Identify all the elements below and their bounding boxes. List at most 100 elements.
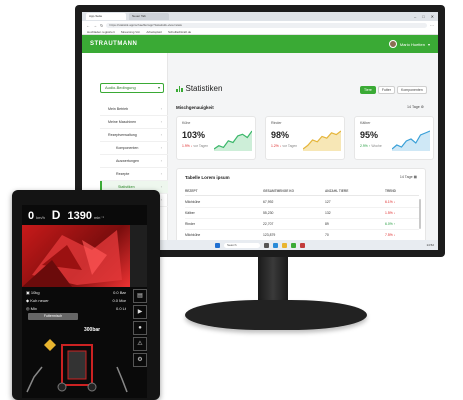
browser-tab[interactable]: App-Seite [86, 13, 126, 20]
column-header[interactable]: REZEPT [185, 189, 263, 193]
column-header[interactable]: TREND [385, 189, 419, 193]
cell-amount: 22,707 [263, 222, 274, 226]
grid-icon: ▦ [413, 175, 417, 179]
monitor-foot [185, 300, 367, 330]
task-view-icon[interactable] [264, 242, 269, 248]
menu-icon[interactable]: ⋯ [430, 23, 434, 28]
info-label: Mix [30, 306, 37, 311]
table-range-select[interactable]: 14 Tage ▦ [400, 175, 417, 179]
bookmark[interactable]: Schulfachkraft.de [168, 30, 191, 34]
stat-card[interactable]: Rinder 98% 1.2% ↓ vor Tagen [265, 116, 345, 160]
settings-button[interactable]: ⚙ [133, 353, 147, 367]
sparkline [303, 130, 341, 151]
card-delta: 1.9% ↓ vor Tagen [182, 144, 208, 148]
camera-button[interactable]: ▤ [133, 289, 147, 303]
app-header: STRAUTMANN Mario Huetten ▾ [82, 35, 438, 53]
chevron-down-icon: ▾ [157, 85, 160, 90]
column-header[interactable]: ANZAHL TIERE [325, 189, 385, 193]
sidebar-item[interactable]: Komponenten › [100, 142, 168, 155]
table-row[interactable]: Rinder 22,707 89 6.0% ↑ [185, 219, 419, 230]
machine-diagram [26, 339, 128, 393]
bookmark[interactable]: Hochladen registriert [87, 30, 115, 34]
info-row: ▣ 10kg 0.0 Bar [22, 289, 132, 297]
sidebar-item-label: Rezeptverwaltung [108, 133, 137, 137]
card-percent: 98% [271, 130, 290, 140]
terminal-screen: 0 km/h D 1390 min⁻¹ ▣ 10kg 0.0 Bar ◆ Kuh … [22, 205, 147, 398]
brand-logo[interactable]: STRAUTMANN [90, 41, 137, 47]
sparkline [214, 130, 252, 151]
sun-icon [44, 339, 56, 351]
stat-cards: Kühe 103% 1.9% ↓ vor Tagen Rinder 98% 1.2% ↓ … [176, 116, 434, 160]
terminal-info: ▣ 10kg 0.0 Bar ◆ Kuh neuer 0.0 Mor ◎ Mix 0.… [22, 289, 132, 313]
app-icon[interactable] [291, 242, 296, 248]
edge-icon[interactable] [273, 242, 278, 248]
terminal-status-bar: 0 km/h D 1390 min⁻¹ [22, 205, 147, 225]
cell-animals: 127 [325, 200, 331, 204]
card-delta: 1.2% ↓ vor Tagen [271, 144, 297, 148]
gear-indicator: D [51, 208, 61, 222]
bookmark[interactable]: Streaming Vid. [121, 30, 141, 34]
start-icon[interactable] [215, 242, 220, 248]
toggle-futter[interactable]: Futter [377, 86, 396, 94]
stat-card[interactable]: Kälber 95% 2.9% ↑ Woche [354, 116, 434, 160]
browser-toolbar: ← → ↻ https://statistik.app/schaeffer/ap… [82, 21, 438, 29]
reload-icon[interactable]: ↻ [100, 23, 103, 28]
cell-recipe: Kälber [185, 211, 195, 215]
info-row: ◆ Kuh neuer 0.0 Mor [22, 297, 132, 305]
window-controls: – □ ✕ [414, 14, 438, 19]
farm-select[interactable]: Audio-Bedingung ▾ [100, 83, 164, 93]
minimize-icon[interactable]: – [414, 14, 416, 19]
mail-icon[interactable] [300, 242, 305, 248]
sidebar-item[interactable]: Mein Betrieb › [100, 103, 168, 116]
column-header[interactable]: GESAMTMENGE KG [263, 189, 325, 193]
select-value: Audio-Bedingung [105, 85, 136, 90]
cell-animals: 132 [325, 211, 331, 215]
card-name: Kälber [360, 121, 371, 125]
sidebar-item-label: Mein Betrieb [108, 107, 129, 111]
recipe-field[interactable]: Futtermisch [28, 313, 78, 320]
browser-tab[interactable]: Neuer Tab [129, 13, 169, 20]
bookmark[interactable]: Arbeitsplatz [146, 30, 162, 34]
back-icon[interactable]: ← [86, 23, 90, 28]
close-icon[interactable]: ✕ [431, 14, 434, 19]
cell-amount: 123,879 [263, 233, 276, 237]
range-label: 14 Tage [407, 105, 420, 109]
cell-amount: 55,230 [263, 211, 274, 215]
warning-button[interactable]: ⚠ [133, 337, 147, 351]
speed-unit: km/h [36, 215, 45, 220]
range-select[interactable]: 14 Tage ⚙ [407, 105, 424, 109]
rpm-unit: min⁻¹ [93, 215, 104, 220]
toggle-komponenten[interactable]: Komponenten [397, 86, 427, 94]
sidebar-item[interactable]: Auswertungen › [100, 155, 168, 168]
record-button[interactable]: ● [133, 321, 147, 335]
sidebar-item-label: Rezepte [116, 172, 130, 176]
folder-icon[interactable] [282, 242, 287, 248]
sparkline-area [214, 131, 252, 151]
play-button[interactable]: ▶ [133, 305, 147, 319]
wheel-left [57, 382, 67, 392]
sidebar-item[interactable]: Rezepte › [100, 168, 168, 181]
sidebar-item[interactable]: Rezeptverwaltung › [100, 129, 168, 142]
chevron-right-icon: › [160, 185, 162, 189]
taskbar-search[interactable]: Search [224, 242, 260, 248]
gauge-right [116, 366, 128, 393]
table-row[interactable]: Kälber 55,230 132 1.5% ↓ [185, 208, 419, 219]
table-body: Milchkühe 67,992 127 6.1% ↓ Kälber 55,230 132 1… [185, 197, 419, 241]
delta-note: Woche [371, 144, 382, 148]
camera-side-panel [130, 225, 147, 287]
bar-chart-icon [176, 85, 183, 92]
info-value: 0.0 Bar [113, 290, 126, 295]
stat-card[interactable]: Kühe 103% 1.9% ↓ vor Tagen [176, 116, 256, 160]
table-row[interactable]: Milchkühe 67,992 127 6.1% ↓ [185, 197, 419, 208]
sidebar-item[interactable]: Meine Maschinen › [100, 116, 168, 129]
speed-value: 0 [28, 210, 35, 222]
forward-icon[interactable]: → [93, 23, 97, 28]
maximize-icon[interactable]: □ [422, 14, 424, 19]
cell-animals: 89 [325, 222, 329, 226]
toggle-tiere[interactable]: Tiere [360, 86, 376, 94]
address-bar[interactable]: https://statistik.app/schaeffer/app?&sta… [106, 22, 427, 28]
scrollbar[interactable] [419, 199, 421, 229]
user-menu[interactable]: Mario Huetten ▾ [388, 40, 430, 48]
info-row: ◎ Mix 0.0 Lt [22, 305, 132, 313]
page-title-text: Statistiken [185, 84, 223, 93]
